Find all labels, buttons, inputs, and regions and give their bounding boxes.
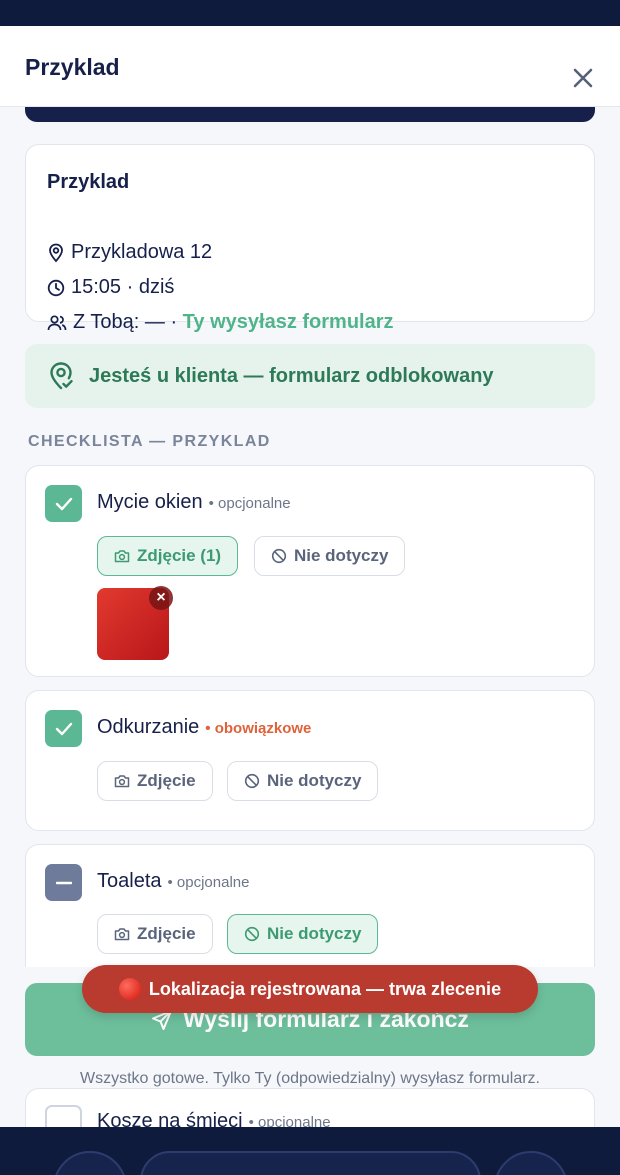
not-applicable-label: Nie dotyczy [267,924,362,943]
camera-icon [114,928,130,941]
photo-button[interactable]: Zdjęcie [97,761,213,801]
checklist-item: Odkurzanie • obowiązkowe Zdjęcie Nie dot… [25,690,595,831]
status-bar [0,0,620,26]
check-icon [55,722,72,735]
location-pin-icon [49,243,63,262]
item-title: Toaleta [97,870,162,892]
item-title-row: Toaleta • opcjonalne [97,870,249,893]
item-title: Odkurzanie [97,716,200,738]
not-applicable-label: Nie dotyczy [294,546,389,565]
photo-button-label: Zdjęcie [137,771,196,790]
footer-note: Wszystko gotowe. Tylko Ty (odpowiedzialn… [79,1070,540,1087]
toast-text: Lokalizacja rejestrowana — trwa zlecenie [148,978,502,999]
photo-button-label: Zdjęcie (1) [137,546,222,565]
photo-button-label: Zdjęcie [137,924,196,943]
item-required-tag: • obowiązkowe [205,720,312,737]
modal-header: Przyklad [0,26,620,107]
nav-main-button[interactable] [140,1151,481,1175]
photo-thumbnail[interactable]: × [97,586,173,660]
ban-icon [244,926,260,942]
banner-text: Jesteś u klienta — formularz odblokowany [89,364,494,387]
minus-icon [55,881,72,884]
page-title: Przyklad [25,54,120,80]
nav-right-button[interactable] [494,1151,568,1175]
location-banner: Jesteś u klienta — formularz odblokowany [25,344,595,408]
photo-button[interactable]: Zdjęcie (1) [97,536,239,576]
not-applicable-button[interactable]: Nie dotyczy [227,914,379,954]
item-checkbox-checked[interactable] [45,485,82,522]
ban-icon [271,548,287,564]
team-row: Z Tobą: — · Ty wysyłasz formularz [47,311,394,334]
item-title-row: Odkurzanie • obowiązkowe [97,716,311,739]
close-button[interactable] [566,61,600,95]
scroll-content[interactable]: Przyklad Przykladowa 12 15:05 · dziś Z T… [0,107,620,967]
bottom-navigation [0,1127,620,1175]
item-checkbox-not-applicable[interactable] [45,864,82,901]
visit-time: 15:05 · dziś [71,276,175,298]
client-name: Przyklad [47,171,130,193]
nav-left-button[interactable] [53,1151,127,1175]
ban-icon [244,773,260,789]
item-checkbox-checked[interactable] [45,710,82,747]
camera-icon [114,775,130,788]
camera-icon [114,550,130,563]
checklist-item: Toaleta • opcjonalne Zdjęcie Nie dotyczy [25,844,595,967]
time-row: 15:05 · dziś [47,276,174,299]
with-you-text: Z Tobą: — · [73,311,183,333]
item-title: Mycie okien [97,491,203,513]
header-bottom-strip [25,107,595,122]
client-card: Przyklad Przykladowa 12 15:05 · dziś Z T… [25,144,595,333]
not-applicable-button[interactable]: Nie dotyczy [254,536,406,576]
not-applicable-label: Nie dotyczy [267,771,362,790]
not-applicable-button[interactable]: Nie dotyczy [227,761,379,801]
item-optional-tag: • opcjonalne [167,874,250,891]
item-title-row: Mycie okien • opcjonalne [97,491,291,514]
red-circle-icon [118,978,141,1000]
sender-note: Ty wysyłasz formularz [182,311,394,333]
location-check-icon [50,362,73,390]
client-address: Przykladowa 12 [71,241,213,263]
address-row: Przykladowa 12 [47,241,212,264]
location-toast: Lokalizacja rejestrowana — trwa zlecenie [82,965,538,1013]
close-icon [573,68,593,88]
clock-icon [47,279,65,296]
checklist-item: Mycie okien • opcjonalne Zdjęcie (1) Nie… [25,465,595,677]
photo-button[interactable]: Zdjęcie [97,914,213,954]
checklist-section-label: CHECKLISTA — PRZYKLAD [28,433,271,450]
item-optional-tag: • opcjonalne [208,495,291,512]
users-icon [47,314,67,330]
check-icon [55,497,72,510]
remove-photo-button[interactable]: × [149,586,173,610]
